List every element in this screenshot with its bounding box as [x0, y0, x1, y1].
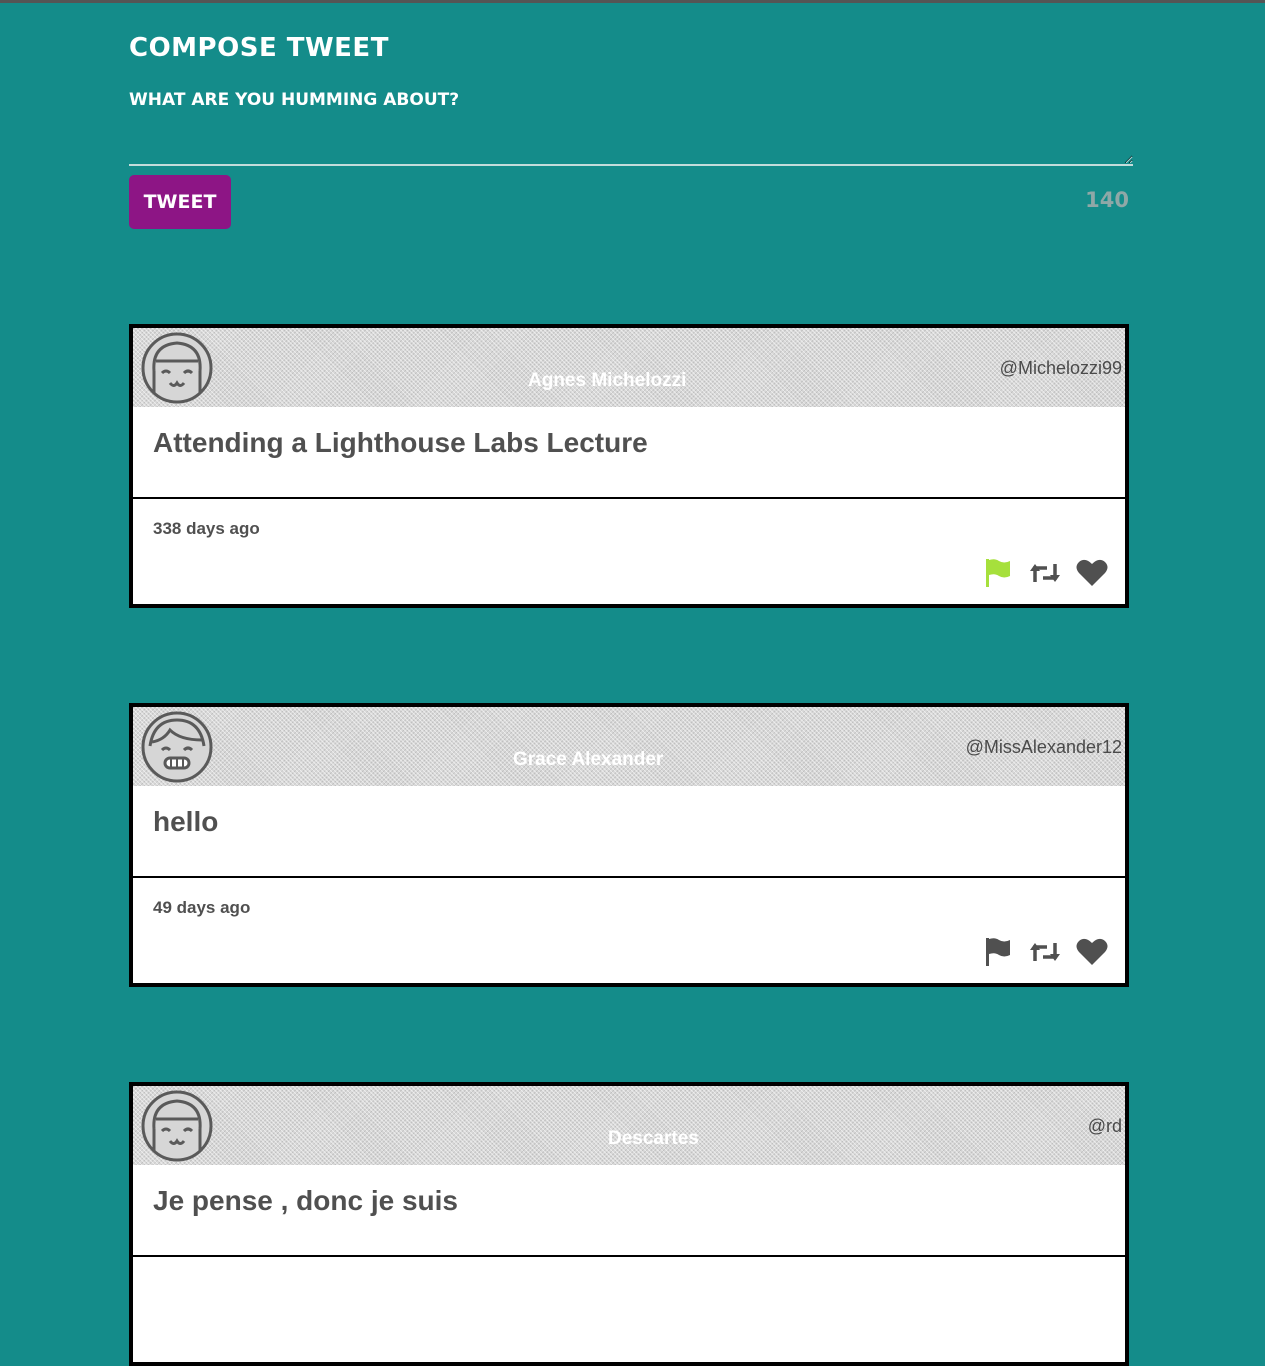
tweet-text: hello — [153, 806, 219, 837]
tweet-text: Je pense , donc je suis — [153, 1185, 459, 1216]
tweet-footer — [133, 1257, 1125, 1362]
compose-title: Compose Tweet — [129, 33, 389, 63]
tweet-timestamp: 49 days ago — [153, 898, 251, 917]
tweet-user-name: Descartes — [608, 1128, 699, 1149]
tweet-body: Je pense , donc je suis — [133, 1165, 1125, 1257]
tweet-user-name: Agnes Michelozzi — [528, 370, 687, 391]
compose-prompt: What are you humming about? — [129, 90, 460, 110]
tweet-textarea[interactable] — [129, 126, 1133, 166]
heart-icon[interactable] — [1076, 936, 1108, 968]
retweet-icon[interactable] — [1029, 936, 1061, 968]
flag-icon[interactable] — [982, 936, 1014, 968]
retweet-icon[interactable] — [1029, 557, 1061, 589]
tweet-body: Attending a Lighthouse Labs Lecture — [133, 407, 1125, 499]
tweet-timestamp: 338 days ago — [153, 519, 260, 538]
tweet-header: Descartes @rd — [133, 1086, 1125, 1165]
tweet-button[interactable]: Tweet — [129, 175, 231, 229]
tweet-footer: 338 days ago — [133, 499, 1125, 604]
grinning-face-avatar-icon — [141, 711, 213, 783]
tweet-card: Grace Alexander @MissAlexander12 hello 4… — [129, 703, 1129, 987]
tweet-user-name: Grace Alexander — [513, 749, 664, 770]
heart-icon[interactable] — [1076, 557, 1108, 589]
window-top-border — [0, 0, 1265, 3]
tweet-header: Agnes Michelozzi @Michelozzi99 — [133, 328, 1125, 407]
tweet-card: Descartes @rd Je pense , donc je suis — [129, 1082, 1129, 1366]
smiling-face-avatar-icon — [141, 1090, 213, 1162]
compose-section: Compose Tweet What are you humming about… — [129, 28, 1133, 229]
tweet-card: Agnes Michelozzi @Michelozzi99 Attending… — [129, 324, 1129, 608]
tweet-handle[interactable]: @Michelozzi99 — [1000, 358, 1122, 379]
tweet-footer: 49 days ago — [133, 878, 1125, 983]
flag-icon[interactable] — [982, 557, 1014, 589]
smiling-face-avatar-icon — [141, 332, 213, 404]
tweet-handle[interactable]: @rd — [1088, 1116, 1122, 1137]
tweet-handle[interactable]: @MissAlexander12 — [966, 737, 1122, 758]
tweet-actions — [982, 557, 1108, 589]
tweet-actions — [982, 936, 1108, 968]
tweet-header: Grace Alexander @MissAlexander12 — [133, 707, 1125, 786]
character-counter: 140 — [1085, 188, 1129, 212]
tweet-text: Attending a Lighthouse Labs Lecture — [153, 427, 648, 458]
tweet-body: hello — [133, 786, 1125, 878]
